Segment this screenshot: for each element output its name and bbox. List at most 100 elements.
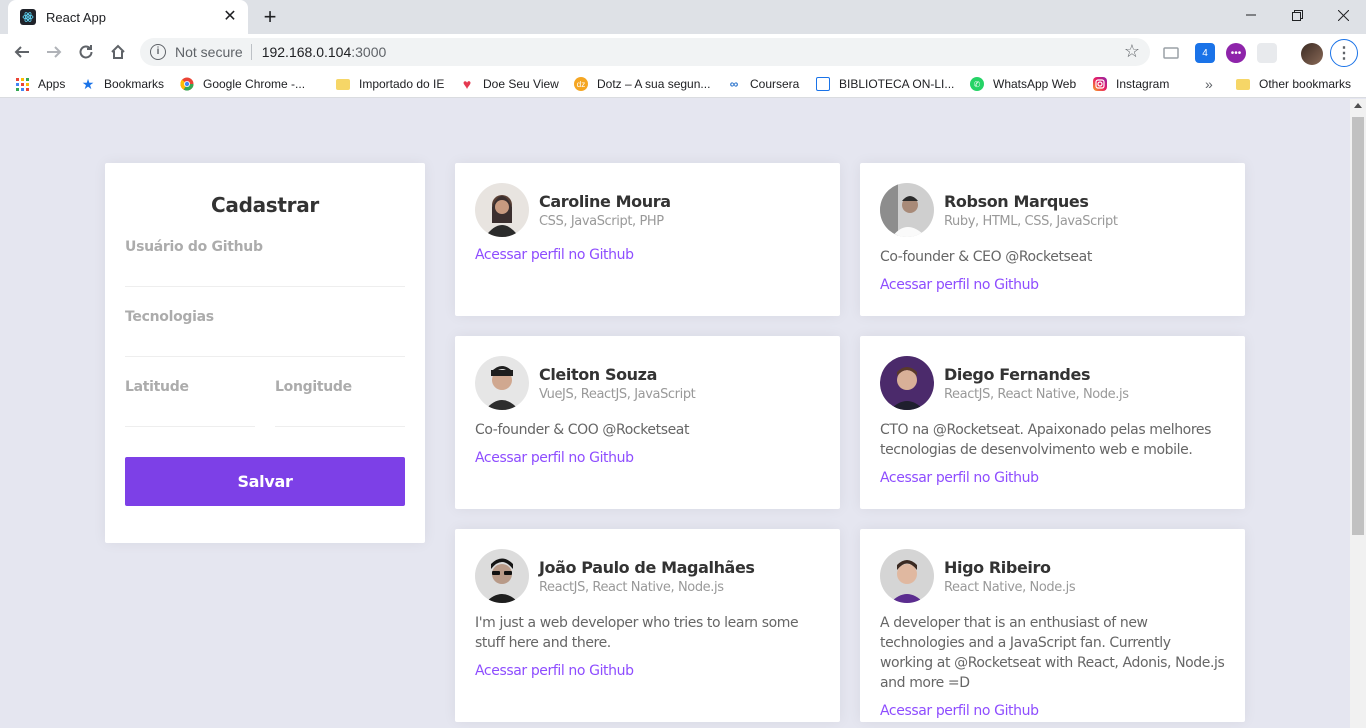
dev-techs: VueJS, ReactJS, JavaScript (539, 386, 696, 402)
dev-card: Diego Fernandes ReactJS, React Native, N… (860, 336, 1245, 509)
bookmark-bookmarks[interactable]: ★ Bookmarks (81, 75, 164, 93)
dev-info: Caroline Moura CSS, JavaScript, PHP (539, 192, 671, 229)
techs-field: Tecnologias (125, 309, 405, 357)
dev-header: Diego Fernandes ReactJS, React Native, N… (880, 356, 1225, 410)
dev-info: Higo Ribeiro React Native, Node.js (944, 558, 1076, 595)
react-logo-icon (20, 9, 36, 25)
extension-grey-icon[interactable] (1257, 43, 1277, 63)
avatar (880, 183, 934, 237)
dev-card: Caroline Moura CSS, JavaScript, PHP Aces… (455, 163, 840, 316)
bookmark-label: BIBLIOTECA ON-LI... (839, 77, 955, 91)
more-bookmarks-button[interactable]: » (1205, 75, 1213, 93)
divider (250, 44, 252, 60)
home-icon[interactable] (104, 38, 132, 66)
dev-header: Cleiton Souza VueJS, ReactJS, JavaScript (475, 356, 820, 410)
dotz-icon: dz (574, 77, 588, 91)
github-profile-link[interactable]: Acessar perfil no Github (475, 247, 820, 263)
bookmark-instagram[interactable]: Instagram (1093, 75, 1169, 93)
dev-name: Robson Marques (944, 191, 1089, 211)
tab-title: React App (46, 9, 106, 25)
coordinates-row: Latitude Longitude (125, 357, 405, 427)
bookmark-label: Other bookmarks (1259, 77, 1352, 91)
bookmark-importado-ie[interactable]: Importado do IE (336, 75, 444, 93)
extension-icon[interactable]: 4 (1195, 43, 1215, 63)
dev-bio: Co-founder & COO @Rocketseat (475, 422, 690, 438)
bookmark-doe-seu-view[interactable]: ♥ Doe Seu View (460, 75, 559, 93)
bookmark-label: Google Chrome -... (203, 77, 306, 91)
dev-name: João Paulo de Magalhães (539, 557, 755, 577)
star-icon: ★ (81, 75, 95, 92)
github-user-label: Usuário do Github (125, 239, 263, 255)
reload-icon[interactable] (72, 38, 100, 66)
back-arrow-icon[interactable] (8, 38, 36, 66)
longitude-input[interactable] (275, 395, 405, 427)
register-form: Cadastrar Usuário do Github Tecnologias … (105, 163, 425, 543)
new-tab-button[interactable]: + (258, 5, 282, 29)
browser-tab[interactable]: React App ✕ (8, 0, 248, 34)
url-text: 192.168.0.104:3000 (261, 44, 387, 60)
dev-techs: ReactJS, React Native, Node.js (944, 386, 1129, 402)
bookmark-star-icon[interactable]: ☆ (1124, 41, 1140, 62)
latitude-label: Latitude (125, 379, 189, 395)
bookmark-biblioteca[interactable]: BIBLIOTECA ON-LI... (816, 75, 954, 93)
tab-strip: React App ✕ + (0, 0, 1366, 34)
bookmark-label: Doe Seu View (483, 77, 559, 91)
restore-window-button[interactable] (1274, 0, 1320, 30)
github-profile-link[interactable]: Acessar perfil no Github (880, 470, 1225, 486)
browser-toolbar: i Not secure 192.168.0.104:3000 ☆ 4 ••• … (0, 34, 1366, 70)
github-profile-link[interactable]: Acessar perfil no Github (475, 663, 820, 679)
profile-avatar[interactable] (1301, 43, 1323, 65)
github-user-input[interactable] (125, 255, 405, 287)
extension-badge: 4 (1202, 47, 1208, 59)
techs-label: Tecnologias (125, 309, 214, 325)
avatar (475, 356, 529, 410)
dev-info: Diego Fernandes ReactJS, React Native, N… (944, 365, 1129, 402)
security-label: Not secure (175, 44, 243, 60)
latitude-input[interactable] (125, 395, 255, 427)
info-icon[interactable]: i (150, 44, 166, 60)
techs-input[interactable] (125, 325, 405, 357)
longitude-label: Longitude (275, 379, 352, 395)
menu-icon[interactable]: ⋮ (1330, 39, 1358, 67)
dev-name: Caroline Moura (539, 191, 671, 211)
dev-header: Caroline Moura CSS, JavaScript, PHP (475, 183, 820, 237)
forward-arrow-icon[interactable] (40, 38, 68, 66)
close-window-button[interactable] (1320, 0, 1366, 30)
github-profile-link[interactable]: Acessar perfil no Github (475, 450, 820, 466)
vertical-scrollbar[interactable] (1350, 99, 1366, 728)
dev-info: João Paulo de Magalhães ReactJS, React N… (539, 558, 755, 595)
bookmark-coursera[interactable]: ∞ Coursera (727, 75, 800, 93)
bookmark-whatsapp[interactable]: ✆ WhatsApp Web (970, 75, 1076, 93)
bookmark-label: Dotz – A sua segun... (597, 77, 711, 91)
bookmark-apps[interactable]: Apps (15, 75, 65, 93)
form-title: Cadastrar (211, 193, 319, 217)
address-bar[interactable]: i Not secure 192.168.0.104:3000 ☆ (140, 38, 1150, 66)
bookmark-label: Bookmarks (104, 77, 165, 91)
cast-icon[interactable] (1161, 43, 1181, 63)
dev-info: Robson Marques Ruby, HTML, CSS, JavaScri… (944, 192, 1118, 229)
bookmark-other[interactable]: Other bookmarks (1236, 75, 1351, 93)
bookmark-dotz[interactable]: dz Dotz – A sua segun... (574, 75, 710, 93)
github-profile-link[interactable]: Acessar perfil no Github (880, 703, 1225, 719)
folder-icon (1236, 77, 1250, 91)
coursera-icon: ∞ (729, 77, 739, 91)
bookmarks-bar: Apps ★ Bookmarks Google Chrome -... Impo… (0, 70, 1366, 98)
dev-bio: I'm just a web developer who tries to le… (475, 615, 799, 651)
dev-techs: Ruby, HTML, CSS, JavaScript (944, 213, 1118, 229)
minimize-window-button[interactable] (1228, 0, 1274, 30)
save-button[interactable]: Salvar (125, 457, 405, 506)
scroll-up-icon[interactable] (1354, 103, 1362, 108)
bookmark-google-chrome[interactable]: Google Chrome -... (180, 75, 305, 93)
extension-purple-icon[interactable]: ••• (1226, 43, 1246, 63)
dev-header: João Paulo de Magalhães ReactJS, React N… (475, 549, 820, 603)
dev-header: Robson Marques Ruby, HTML, CSS, JavaScri… (880, 183, 1225, 237)
bookmark-label: Importado do IE (359, 77, 445, 91)
close-tab-icon[interactable]: ✕ (222, 9, 238, 25)
scrollbar-thumb[interactable] (1352, 117, 1364, 535)
github-profile-link[interactable]: Acessar perfil no Github (880, 277, 1225, 293)
avatar (880, 356, 934, 410)
avatar (475, 549, 529, 603)
library-icon (816, 77, 830, 91)
dev-header: Higo Ribeiro React Native, Node.js (880, 549, 1225, 603)
bookmark-label: Apps (38, 77, 66, 91)
